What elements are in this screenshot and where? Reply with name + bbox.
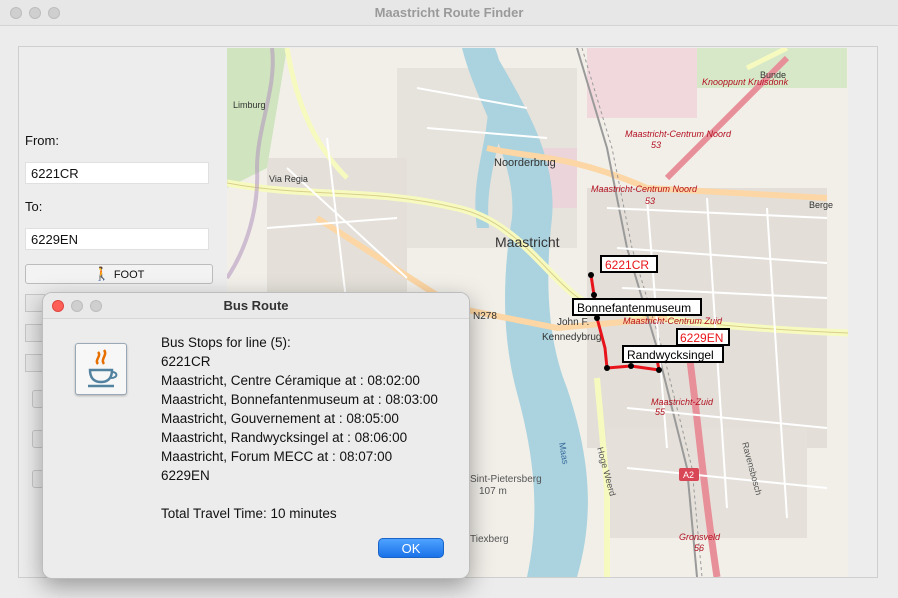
map-label-centrum-noord-1-no: 53 [651, 140, 661, 150]
map-label-berge: Berge [809, 200, 833, 210]
dialog-title: Bus Route [223, 298, 289, 313]
route-node [604, 365, 610, 371]
foot-button[interactable]: 🚶 FOOT [25, 264, 213, 284]
walking-person-icon: 🚶 [93, 266, 110, 281]
map-label-zuid-no: 55 [655, 407, 666, 417]
bus-stops-message: Bus Stops for line (5): 6221CR Maastrich… [161, 333, 438, 523]
route-label-randwyck: Randwycksingel [627, 348, 714, 362]
message-line: Maastricht, Randwycksingel at : 08:06:00 [161, 430, 408, 445]
map-label-centrum-noord-2-no: 53 [645, 196, 655, 206]
map-label-n278: N278 [473, 311, 497, 322]
map-label-zuid: Maastricht-Zuid [651, 397, 714, 407]
map-label-maastricht: Maastricht [495, 234, 560, 250]
map-label-knooppunt: Knooppunt Kruisdonk [702, 77, 789, 87]
message-line: Maastricht, Forum MECC at : 08:07:00 [161, 449, 393, 464]
map-label-noorderbrug: Noorderbrug [494, 157, 556, 169]
map-label-via-regia: Via Regia [269, 174, 308, 184]
map-label-limburg: Limburg [233, 100, 266, 110]
map-label-a2: A2 [683, 470, 694, 480]
total-travel-time: Total Travel Time: 10 minutes [161, 506, 337, 521]
from-field[interactable]: 6221CR [25, 162, 209, 184]
route-node [588, 272, 594, 278]
message-line: Maastricht, Gouvernement at : 08:05:00 [161, 411, 399, 426]
route-label-destination: 6229EN [680, 331, 723, 345]
map-label-tiexberg: Tiexberg [470, 534, 509, 545]
message-line: Bus Stops for line (5): [161, 335, 291, 350]
message-line: 6229EN [161, 468, 210, 483]
map-label-sint-pietersberg-alt: 107 m [479, 486, 507, 497]
map-label-sint-pietersberg: Sint-Pietersberg [470, 474, 542, 485]
message-line: Maastricht, Centre Céramique at : 08:02:… [161, 373, 420, 388]
window-titlebar: Maastricht Route Finder [0, 0, 898, 26]
message-line: Maastricht, Bonnefantenmuseum at : 08:03… [161, 392, 438, 407]
map-label-john-f: John F. [557, 317, 589, 328]
java-coffee-cup-icon [75, 343, 127, 395]
from-label: From: [25, 133, 59, 148]
dialog-titlebar: Bus Route [43, 293, 469, 319]
to-field[interactable]: 6229EN [25, 228, 209, 250]
window-title: Maastricht Route Finder [374, 5, 524, 20]
map-label-centrum-zuid: Maastricht-Centrum Zuid [623, 316, 723, 326]
ok-button[interactable]: OK [378, 538, 444, 558]
route-node [628, 363, 634, 369]
to-label: To: [25, 199, 43, 214]
bus-route-dialog: Bus Route Bus Stops for line (5): 6221CR… [42, 292, 470, 579]
map-label-gronsveld: Gronsveld [679, 532, 721, 542]
map-label-kennedybrug: Kennedybrug [542, 332, 602, 343]
message-line: 6221CR [161, 354, 211, 369]
map-label-centrum-noord-1: Maastricht-Centrum Noord [625, 129, 732, 139]
route-label-origin: 6221CR [605, 258, 649, 272]
map-label-centrum-noord-2: Maastricht-Centrum Noord [591, 184, 698, 194]
route-node [591, 292, 597, 298]
foot-button-label: FOOT [113, 269, 145, 281]
map-label-gronsveld-no: 56 [694, 543, 704, 553]
route-label-bonnefanten: Bonnefantenmuseum [577, 301, 691, 315]
route-node [656, 367, 662, 373]
